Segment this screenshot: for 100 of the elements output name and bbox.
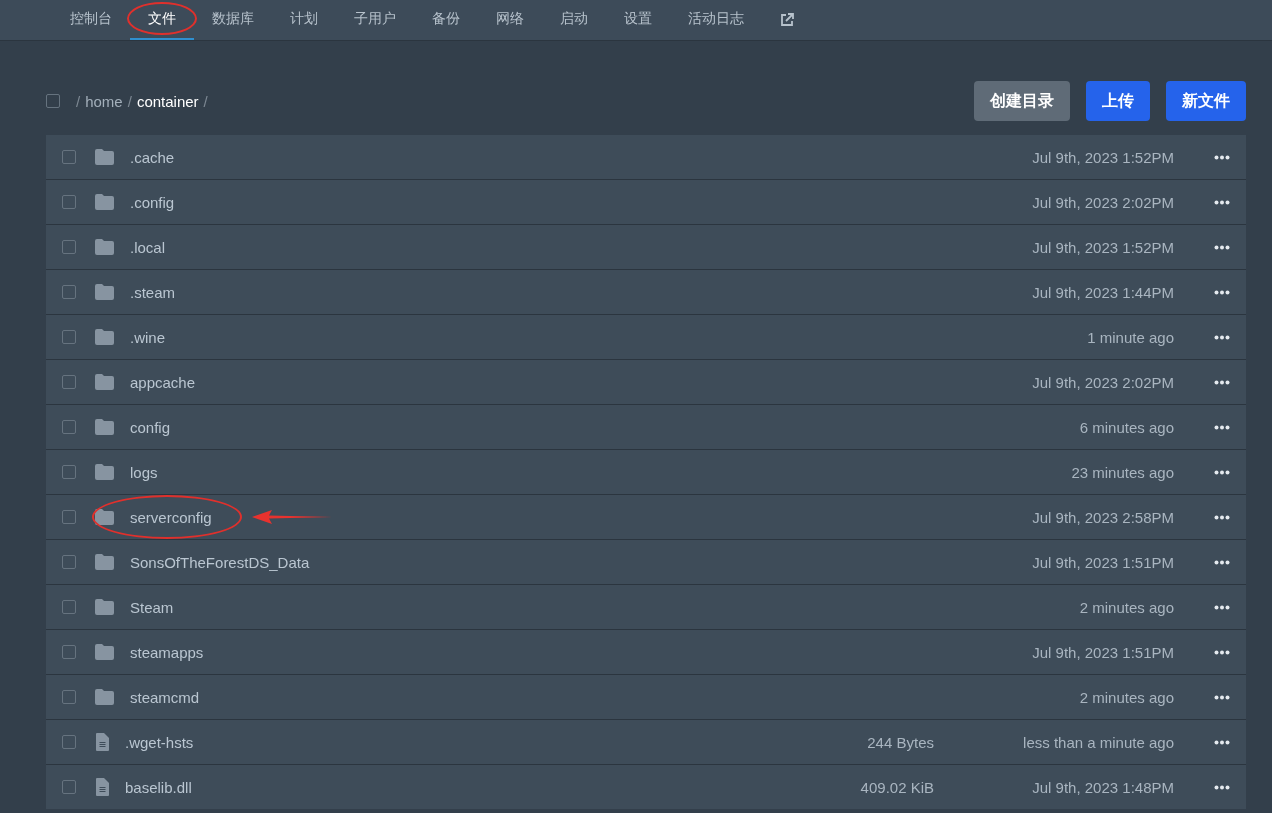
file-row[interactable]: appcache Jul 9th, 2023 2:02PM (46, 360, 1246, 404)
row-checkbox[interactable] (62, 240, 76, 254)
row-checkbox[interactable] (62, 285, 76, 299)
file-row[interactable]: .cache Jul 9th, 2023 1:52PM (46, 135, 1246, 179)
file-name[interactable]: appcache (130, 373, 196, 391)
modified-date: 23 minutes ago (1070, 463, 1174, 481)
file-row[interactable]: Steam 2 minutes ago (46, 585, 1246, 629)
file-name[interactable]: steamapps (130, 643, 204, 661)
file-name[interactable]: serverconfig (130, 508, 212, 526)
nav-tab[interactable]: 备份 (414, 0, 478, 40)
row-checkbox[interactable] (62, 690, 76, 704)
file-row[interactable]: serverconfig Jul 9th, 2023 2:58PM (46, 495, 1246, 539)
file-row[interactable]: steamapps Jul 9th, 2023 1:51PM (46, 630, 1246, 674)
file-name[interactable]: .cache (130, 148, 175, 166)
row-checkbox[interactable] (62, 555, 76, 569)
row-checkbox[interactable] (62, 735, 76, 749)
folder-icon (95, 374, 114, 390)
breadcrumb-link[interactable]: home (85, 92, 123, 110)
file-name[interactable]: .local (130, 238, 166, 256)
more-options-icon[interactable] (1214, 244, 1230, 250)
modified-date: Jul 9th, 2023 1:44PM (1031, 283, 1174, 301)
folder-icon (95, 329, 114, 345)
more-options-icon[interactable] (1214, 289, 1230, 295)
nav-tab[interactable]: 网络 (478, 0, 542, 40)
file-name[interactable]: .wine (130, 328, 166, 346)
path-separator: / (203, 92, 208, 110)
folder-icon (95, 284, 114, 300)
row-checkbox[interactable] (62, 645, 76, 659)
file-name[interactable]: .steam (130, 283, 175, 301)
folder-icon (95, 239, 114, 255)
more-options-icon[interactable] (1214, 379, 1230, 385)
more-options-icon[interactable] (1214, 334, 1230, 340)
modified-date: less than a minute ago (1022, 733, 1174, 751)
modified-date: 1 minute ago (1086, 328, 1174, 346)
nav-tab[interactable]: 设置 (606, 0, 670, 40)
folder-icon (95, 554, 114, 570)
toolbar-button[interactable]: 新文件 (1166, 81, 1246, 121)
nav-tab[interactable]: 计划 (272, 0, 336, 40)
row-checkbox[interactable] (62, 375, 76, 389)
file-size: 409.02 KiB (859, 778, 934, 796)
more-options-icon[interactable] (1214, 739, 1230, 745)
more-options-icon[interactable] (1214, 649, 1230, 655)
row-checkbox[interactable] (62, 420, 76, 434)
file-row[interactable]: .wget-hsts 244 Bytes less than a minute ago (46, 720, 1246, 764)
more-options-icon[interactable] (1214, 604, 1230, 610)
folder-icon (95, 509, 114, 525)
modified-date: Jul 9th, 2023 1:51PM (1031, 553, 1174, 571)
file-row[interactable]: baselib.dll 409.02 KiB Jul 9th, 2023 1:48PM (46, 765, 1246, 809)
more-options-icon[interactable] (1214, 154, 1230, 160)
toolbar-button[interactable]: 创建目录 (974, 81, 1070, 121)
file-row[interactable]: .local Jul 9th, 2023 1:52PM (46, 225, 1246, 269)
file-row[interactable]: steamcmd 2 minutes ago (46, 675, 1246, 719)
file-row[interactable]: config 6 minutes ago (46, 405, 1246, 449)
file-name[interactable]: config (130, 418, 171, 436)
modified-date: Jul 9th, 2023 1:51PM (1031, 643, 1174, 661)
more-options-icon[interactable] (1214, 784, 1230, 790)
file-name[interactable]: SonsOfTheForestDS_Data (130, 553, 310, 571)
row-checkbox[interactable] (62, 150, 76, 164)
nav-tab[interactable]: 文件 (130, 0, 194, 40)
more-options-icon[interactable] (1214, 469, 1230, 475)
file-name[interactable]: .config (130, 193, 175, 211)
more-options-icon[interactable] (1214, 514, 1230, 520)
modified-date: Jul 9th, 2023 1:48PM (1031, 778, 1174, 796)
file-row[interactable]: .wine 1 minute ago (46, 315, 1246, 359)
modified-date: 6 minutes ago (1078, 418, 1174, 436)
document-icon (96, 733, 109, 751)
file-row[interactable]: SonsOfTheForestDS_Data Jul 9th, 2023 1:51PM (46, 540, 1246, 584)
external-link-icon[interactable] (780, 13, 794, 27)
nav-tab[interactable]: 活动日志 (670, 0, 762, 40)
folder-icon (95, 464, 114, 480)
row-checkbox[interactable] (62, 330, 76, 344)
file-row[interactable]: .config Jul 9th, 2023 2:02PM (46, 180, 1246, 224)
toolbar-button[interactable]: 上传 (1086, 81, 1150, 121)
row-checkbox[interactable] (62, 195, 76, 209)
more-options-icon[interactable] (1214, 559, 1230, 565)
more-options-icon[interactable] (1214, 424, 1230, 430)
more-options-icon[interactable] (1214, 199, 1230, 205)
file-name[interactable]: baselib.dll (125, 778, 192, 796)
file-row[interactable]: logs 23 minutes ago (46, 450, 1246, 494)
more-options-icon[interactable] (1214, 694, 1230, 700)
modified-date: 2 minutes ago (1078, 688, 1174, 706)
file-name[interactable]: .wget-hsts (125, 733, 194, 751)
row-checkbox[interactable] (62, 780, 76, 794)
row-checkbox[interactable] (62, 510, 76, 524)
breadcrumb-link[interactable]: container (136, 92, 199, 110)
file-name[interactable]: Steam (130, 598, 174, 616)
folder-icon (95, 599, 114, 615)
file-name[interactable]: steamcmd (130, 688, 200, 706)
path-separator: / (76, 92, 81, 110)
folder-icon (95, 644, 114, 660)
select-all-checkbox[interactable] (46, 94, 60, 108)
nav-tab[interactable]: 控制台 (52, 0, 130, 40)
row-checkbox[interactable] (62, 465, 76, 479)
file-row[interactable]: .steam Jul 9th, 2023 1:44PM (46, 270, 1246, 314)
nav-tab[interactable]: 启动 (542, 0, 606, 40)
document-icon (96, 778, 109, 796)
nav-tab[interactable]: 数据库 (194, 0, 272, 40)
nav-tab[interactable]: 子用户 (336, 0, 414, 40)
file-name[interactable]: logs (130, 463, 158, 481)
row-checkbox[interactable] (62, 600, 76, 614)
